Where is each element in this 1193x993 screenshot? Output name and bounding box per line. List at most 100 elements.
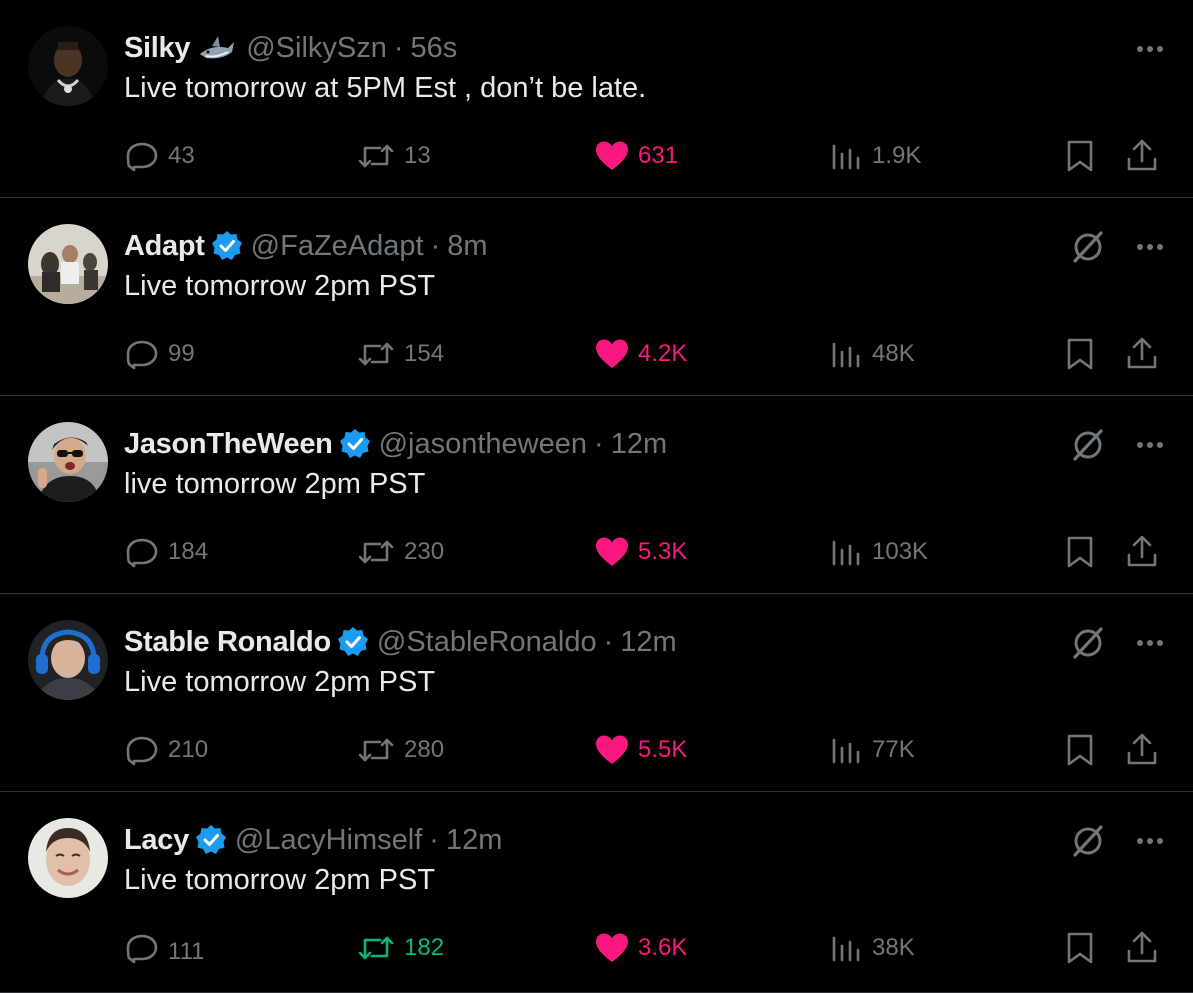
user-handle[interactable]: @StableRonaldo — [377, 626, 597, 659]
user-handle[interactable]: @LacyHimself — [235, 824, 422, 857]
retweet-button[interactable]: 280 — [356, 728, 444, 772]
grok-icon[interactable] — [1069, 822, 1107, 860]
like-count: 4.2K — [638, 340, 688, 367]
more-options-icon[interactable] — [1131, 822, 1169, 860]
display-name[interactable]: JasonTheWeen — [124, 428, 333, 461]
like-button[interactable]: 3.6K — [594, 926, 687, 970]
reply-button[interactable]: 210 — [124, 728, 208, 772]
share-icon — [1127, 733, 1157, 765]
timestamp[interactable]: 12m — [611, 428, 667, 461]
tweet[interactable]: Adapt @FaZeAdapt · 8m Live tomorrow 2pm … — [0, 198, 1193, 396]
more-options-icon[interactable] — [1131, 30, 1169, 68]
heart-icon — [596, 339, 628, 368]
like-button[interactable]: 4.2K — [594, 332, 687, 376]
retweet-button[interactable]: 182 — [356, 926, 444, 970]
tweet-text: Live tomorrow 2pm PST — [124, 270, 436, 302]
retweet-count: 13 — [404, 142, 431, 169]
retweet-icon — [358, 342, 394, 366]
avatar[interactable] — [28, 224, 108, 304]
tweet[interactable]: JasonTheWeen @jasontheween · 12m live to… — [0, 396, 1193, 594]
timestamp[interactable]: 12m — [446, 824, 502, 857]
views-button[interactable]: 1.9K — [830, 134, 921, 178]
share-button[interactable] — [1124, 134, 1168, 178]
more-options-icon[interactable] — [1131, 426, 1169, 464]
reply-count: 184 — [168, 538, 209, 565]
tweet-header: JasonTheWeen @jasontheween · 12m — [124, 424, 667, 464]
retweet-button[interactable]: 230 — [356, 530, 444, 574]
reply-count: 210 — [168, 736, 209, 763]
reply-icon — [126, 736, 158, 766]
retweet-icon — [358, 936, 394, 960]
retweet-icon — [358, 144, 394, 168]
retweet-icon — [358, 738, 394, 762]
like-count: 631 — [638, 142, 679, 169]
display-name[interactable]: Lacy — [124, 824, 189, 857]
views-button[interactable]: 103K — [830, 530, 928, 574]
separator-dot: · — [393, 31, 404, 64]
retweet-icon — [358, 540, 394, 564]
shark-emoji-icon — [198, 32, 236, 64]
tweet[interactable]: Silky @SilkySzn · 56s Live tomorrow at 5… — [0, 0, 1193, 198]
share-button[interactable] — [1124, 332, 1168, 376]
bookmark-button[interactable] — [1064, 728, 1104, 772]
grok-icon[interactable] — [1069, 624, 1107, 662]
avatar[interactable] — [28, 26, 108, 106]
retweet-button[interactable]: 154 — [356, 332, 444, 376]
share-icon — [1127, 535, 1157, 567]
tweet-top-actions — [1069, 822, 1169, 860]
user-handle[interactable]: @FaZeAdapt — [251, 230, 424, 263]
bookmark-button[interactable] — [1064, 530, 1104, 574]
retweet-button[interactable]: 13 — [356, 134, 431, 178]
tweet-text: Live tomorrow at 5PM Est , don’t be late… — [124, 72, 647, 104]
share-button[interactable] — [1124, 530, 1168, 574]
bookmark-button[interactable] — [1064, 332, 1104, 376]
share-button[interactable] — [1124, 926, 1168, 970]
views-button[interactable]: 38K — [830, 926, 915, 970]
reply-button[interactable]: 43 — [124, 134, 195, 178]
more-options-icon[interactable] — [1131, 624, 1169, 662]
views-chart-icon — [832, 144, 860, 170]
view-count: 77K — [872, 736, 915, 763]
share-icon — [1127, 931, 1157, 963]
views-chart-icon — [832, 342, 860, 368]
tweet[interactable]: Stable Ronaldo @StableRonaldo · 12m Live… — [0, 594, 1193, 792]
tweet-actions: 184 230 5.3K 103K — [124, 530, 1169, 574]
views-button[interactable]: 77K — [830, 728, 915, 772]
bookmark-button[interactable] — [1064, 926, 1104, 970]
user-handle[interactable]: @SilkySzn — [246, 32, 387, 65]
display-name[interactable]: Stable Ronaldo — [124, 626, 331, 659]
share-button[interactable] — [1124, 728, 1168, 772]
grok-icon[interactable] — [1069, 228, 1107, 266]
reply-button[interactable]: 99 — [124, 332, 195, 376]
display-name[interactable]: Silky — [124, 32, 191, 65]
avatar[interactable] — [28, 620, 108, 700]
heart-icon — [596, 735, 628, 764]
timestamp[interactable]: 12m — [620, 626, 676, 659]
separator-dot: · — [603, 625, 614, 658]
timestamp[interactable]: 8m — [447, 230, 487, 263]
tweet-text: live tomorrow 2pm PST — [124, 468, 426, 500]
timeline-feed: Silky @SilkySzn · 56s Live tomorrow at 5… — [0, 0, 1193, 993]
like-button[interactable]: 5.5K — [594, 728, 687, 772]
timestamp[interactable]: 56s — [411, 32, 458, 65]
tweet-actions: 210 280 5.5K 77K — [124, 728, 1169, 772]
bookmark-button[interactable] — [1064, 134, 1104, 178]
reply-button[interactable]: 184 — [124, 530, 208, 574]
verified-badge-icon — [211, 230, 243, 262]
avatar[interactable] — [28, 818, 108, 898]
user-handle[interactable]: @jasontheween — [379, 428, 587, 461]
verified-badge-icon — [195, 824, 227, 856]
tweet[interactable]: Lacy @LacyHimself · 12m Live tomorrow 2p… — [0, 792, 1193, 993]
views-button[interactable]: 48K — [830, 332, 915, 376]
view-count: 1.9K — [872, 142, 922, 169]
like-count: 3.6K — [638, 934, 688, 961]
more-options-icon[interactable] — [1131, 228, 1169, 266]
like-button[interactable]: 631 — [594, 134, 678, 178]
grok-icon[interactable] — [1069, 426, 1107, 464]
avatar[interactable] — [28, 422, 108, 502]
reply-button[interactable]: 111 — [124, 926, 204, 970]
like-button[interactable]: 5.3K — [594, 530, 687, 574]
bookmark-icon — [1067, 338, 1093, 370]
tweet-top-actions — [1069, 228, 1169, 266]
display-name[interactable]: Adapt — [124, 230, 205, 263]
